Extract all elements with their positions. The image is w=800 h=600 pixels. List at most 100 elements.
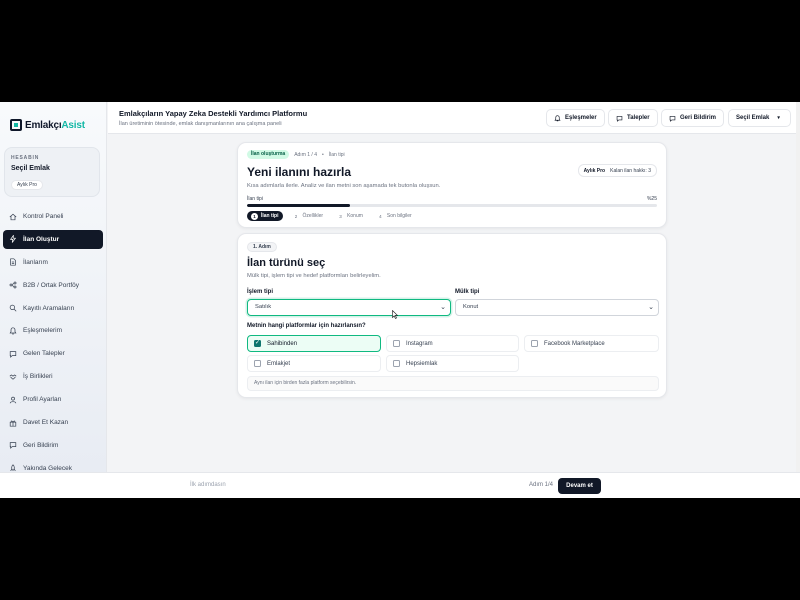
- platform-label: Emlakjet: [267, 360, 291, 367]
- step-2[interactable]: 2 Özellikler: [289, 211, 328, 221]
- progress-fill: [247, 204, 350, 207]
- topbar: Emlakçıların Yapay Zeka Destekli Yardımc…: [108, 102, 800, 134]
- sidebar-item-8[interactable]: İş Birlikleri: [3, 367, 103, 386]
- checkbox[interactable]: ✓: [254, 340, 261, 347]
- platform-title: Emlakçıların Yapay Zeka Destekli Yardımc…: [119, 109, 308, 118]
- message-icon: [9, 441, 17, 450]
- remaining-rights-badge: Aylık Pro Kalan ilan hakkı: 3: [577, 164, 657, 177]
- checkbox[interactable]: [393, 340, 400, 347]
- bolt-icon: [9, 235, 17, 244]
- step-3[interactable]: 3 Konum: [333, 211, 367, 221]
- section-description: Mülk tipi, işlem tipi ve hedef platforml…: [247, 273, 381, 279]
- platform-option[interactable]: Emlakjet: [247, 355, 381, 372]
- account-section-label: HESABIN: [11, 155, 40, 161]
- continue-button[interactable]: Devam et: [558, 478, 601, 494]
- sidebar-item-label: Kayıtlı Aramaların: [23, 304, 75, 312]
- platform-hint: Aynı ilan için birden fazla platform seç…: [247, 376, 659, 391]
- step-4[interactable]: 4 Son bilgiler: [373, 211, 416, 221]
- checkbox[interactable]: [393, 360, 400, 367]
- platform-option[interactable]: ✓ Sahibinden: [247, 335, 381, 352]
- sidebar-item-2[interactable]: İlan Oluştur: [3, 229, 103, 249]
- share-icon: [9, 281, 17, 289]
- progress-percent: %25: [646, 196, 657, 202]
- user-icon: [9, 396, 17, 404]
- sidebar: EmlakçıAsist HESABIN Seçil Emlak Aylık P…: [0, 102, 107, 472]
- home-icon: [9, 213, 17, 221]
- listing-type-card: 1. Adım İlan türünü seç Mülk tipi, işlem…: [237, 233, 667, 398]
- page-description: Kısa adımlarla ilerle. Analiz ve ilan me…: [247, 183, 441, 189]
- account-menu-label: Seçil Emlak: [736, 115, 770, 121]
- breadcrumb-pill: İlan oluşturma: [247, 150, 290, 159]
- account-menu-button[interactable]: Seçil Emlak ▾: [728, 109, 791, 127]
- app-window: EmlakçıAsist HESABIN Seçil Emlak Aylık P…: [0, 102, 800, 498]
- step-label: İlan tipi: [261, 213, 279, 219]
- requests-button[interactable]: Talepler: [608, 109, 658, 127]
- breadcrumb-step: Adım 1 / 4: [294, 151, 317, 158]
- breadcrumb-current: İlan tipi: [328, 151, 345, 158]
- sidebar-item-label: Davet Et Kazan: [23, 419, 69, 427]
- listing-header-card: İlan oluşturma Adım 1 / 4 • İlan tipi Ye…: [237, 142, 667, 228]
- sidebar-item-7[interactable]: Gelen Talepler: [3, 344, 103, 363]
- sidebar-item-4[interactable]: B2B / Ortak Portföy: [3, 276, 103, 295]
- page-title: Yeni ilanını hazırla: [247, 165, 352, 179]
- account-name: Seçil Emlak: [11, 165, 50, 172]
- step-label: Özellikler: [302, 213, 324, 219]
- breadcrumb: İlan oluşturma Adım 1 / 4 • İlan tipi: [247, 150, 345, 159]
- mouse-cursor-icon: [392, 310, 398, 319]
- handshake-icon: [9, 373, 17, 381]
- sidebar-item-9[interactable]: Profil Ayarları: [3, 390, 103, 409]
- sidebar-item-label: Kontrol Paneli: [23, 213, 64, 220]
- progress-label: İlan tipi: [247, 196, 263, 202]
- document-icon: [9, 258, 17, 266]
- platform-option[interactable]: Hepsiemlak: [386, 355, 519, 372]
- sidebar-item-1[interactable]: Kontrol Paneli: [3, 207, 103, 226]
- gift-icon: [9, 419, 17, 427]
- account-card: HESABIN Seçil Emlak Aylık Pro: [4, 147, 100, 197]
- step-badge: 1. Adım: [247, 242, 277, 252]
- wizard-footer: İlk adımdasın Adım 1/4 Devam et: [0, 472, 800, 498]
- sidebar-item-10[interactable]: Davet Et Kazan: [3, 413, 103, 432]
- plan-badge: Aylık Pro: [11, 180, 43, 190]
- footer-status: İlk adımdasın: [190, 482, 226, 488]
- transaction-type-label: İşlem tipi: [247, 289, 274, 295]
- checkbox[interactable]: [254, 360, 261, 367]
- sidebar-item-label: İlanlarım: [23, 258, 48, 266]
- sidebar-item-label: İlan Oluştur: [23, 235, 60, 243]
- platform-label: Instagram: [406, 340, 433, 347]
- sidebar-item-label: Gelen Talepler: [23, 350, 65, 358]
- platform-label: Hepsiemlak: [406, 360, 438, 367]
- sidebar-item-11[interactable]: Geri Bildirim: [3, 436, 103, 455]
- step-number: 1: [251, 212, 258, 220]
- bell-icon: [9, 327, 17, 335]
- message-icon: [669, 115, 676, 122]
- platform-option[interactable]: Instagram: [386, 335, 519, 352]
- sidebar-item-3[interactable]: İlanlarım: [3, 253, 103, 272]
- sidebar-item-6[interactable]: Eşleşmelerim: [3, 321, 103, 340]
- platform-option[interactable]: Facebook Marketplace: [524, 335, 659, 352]
- transaction-type-select[interactable]: Satılık ⌄: [247, 299, 451, 316]
- requests-label: Talepler: [627, 115, 650, 121]
- step-1[interactable]: 1 İlan tipi: [247, 211, 283, 221]
- sidebar-nav: Kontrol Paneli İlan Oluştur İlanlarım B2B /…: [3, 207, 103, 482]
- sidebar-item-5[interactable]: Kayıtlı Aramaların: [3, 299, 103, 318]
- logo[interactable]: EmlakçıAsist: [10, 118, 85, 132]
- feedback-label: Geri Bildirim: [680, 115, 717, 121]
- feedback-button[interactable]: Geri Bildirim: [661, 109, 725, 127]
- step-number: 4: [379, 213, 382, 219]
- sidebar-item-label: Eşleşmelerim: [23, 327, 63, 335]
- checkbox[interactable]: [531, 340, 538, 347]
- sidebar-item-label: Geri Bildirim: [23, 441, 59, 449]
- chevron-down-icon: ⌄: [648, 304, 654, 311]
- chevron-down-icon: ▾: [777, 115, 780, 121]
- property-type-label: Mülk tipi: [455, 289, 480, 295]
- sidebar-item-label: B2B / Ortak Portföy: [23, 281, 79, 289]
- matches-button[interactable]: Eşleşmeler: [546, 109, 605, 127]
- stepper: 1 İlan tipi 2 Özellikler 3 Konum 4 Son bilgiler: [247, 211, 416, 221]
- step-label: Konum: [347, 213, 363, 219]
- chevron-down-icon: ⌄: [440, 304, 446, 311]
- bell-icon: [554, 114, 561, 121]
- section-title: İlan türünü seç: [247, 257, 326, 269]
- property-type-select[interactable]: Konut ⌄: [455, 299, 659, 316]
- sidebar-item-label: Profil Ayarları: [23, 396, 62, 404]
- scrollbar[interactable]: [796, 102, 800, 472]
